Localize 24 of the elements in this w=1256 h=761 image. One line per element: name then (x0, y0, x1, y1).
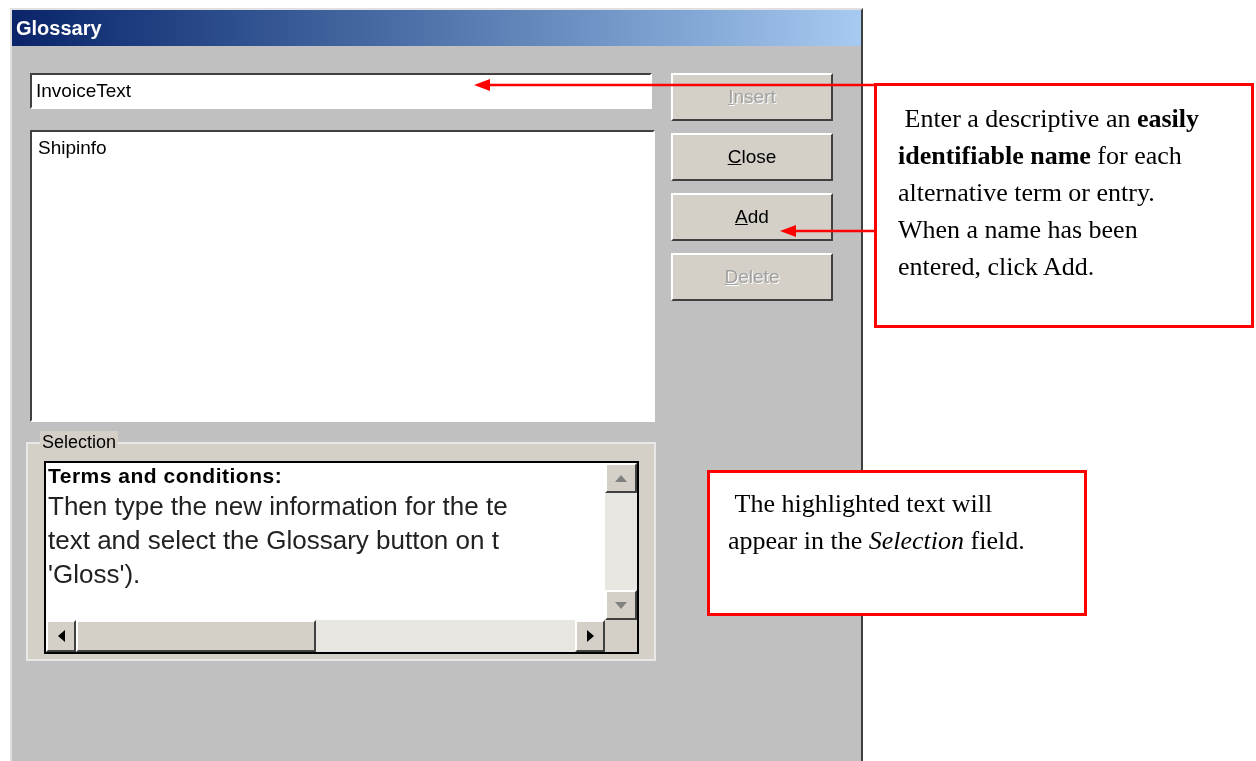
callout-note: Enter a descriptive an easily identifiable name for each alternative term or entry. When a name has been entered, click Add. (874, 83, 1254, 328)
dialog-button[interactable]: Add (671, 193, 833, 241)
dialog-button[interactable]: Close (671, 133, 833, 181)
horizontal-scrollbar[interactable] (46, 620, 605, 652)
scroll-left-button[interactable] (46, 620, 76, 652)
glossary-list[interactable]: Shipinfo (30, 130, 655, 422)
vertical-scrollbar[interactable] (605, 463, 637, 620)
scroll-down-button[interactable] (605, 590, 637, 620)
window-title: Glossary (12, 10, 861, 46)
scroll-right-button[interactable] (575, 620, 605, 652)
selection-line: Then type the new information for the te (48, 490, 509, 523)
list-item[interactable]: Shipinfo (38, 134, 647, 163)
callout-note: The highlighted text will appear in the Selection field. (707, 470, 1087, 616)
selection-line: 'Gloss'). (48, 558, 142, 591)
scrollbar-corner (605, 620, 637, 652)
up-arrow-icon (615, 474, 627, 482)
scroll-up-button[interactable] (605, 463, 637, 493)
name-field[interactable]: InvoiceText (30, 73, 652, 109)
selection-heading: Terms and conditions: (48, 463, 284, 489)
scroll-thumb[interactable] (76, 620, 316, 652)
selection-line: text and select the Glossary button on t (48, 524, 500, 557)
down-arrow-icon (615, 601, 627, 609)
right-arrow-icon (586, 630, 594, 642)
left-arrow-icon (57, 630, 65, 642)
